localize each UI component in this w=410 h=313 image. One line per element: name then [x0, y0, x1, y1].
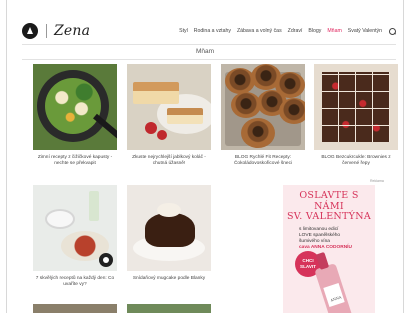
article-title[interactable]: BLOG Bezcukrcukle: Brownies z červené ře…	[314, 155, 398, 167]
article-title[interactable]: 7 skvělých receptů na každý den: Co uvař…	[33, 276, 117, 288]
main-nav: Styl Rodina a vztahy Zábava a volný čas …	[179, 27, 396, 35]
ad-body: s limitovanou edicí LOVE spanělského šum…	[283, 223, 375, 251]
play-icon	[99, 253, 113, 267]
article-title[interactable]: Snídaňový mugcake podle Blanky	[127, 276, 211, 282]
nav-item-styl[interactable]: Styl	[179, 28, 188, 34]
nav-item-blogy[interactable]: Blogy	[308, 28, 321, 34]
ad-headline-line-1: OSLAVTE S NÁMI	[299, 190, 359, 212]
article-image-brownies[interactable]	[314, 64, 398, 150]
ad-headline: OSLAVTE S NÁMI SV. VALENTÝNA	[283, 190, 375, 223]
left-border	[6, 0, 7, 313]
article-card[interactable]: Zimní recepty z čižičkové kapusty - nech…	[33, 64, 117, 167]
logo-text[interactable]: Zena	[54, 23, 90, 39]
page-title: Mňam	[195, 48, 215, 55]
ad-body-product: cava ANNA CODORNÍU	[299, 244, 352, 250]
search-icon[interactable]	[389, 27, 396, 35]
right-border	[403, 0, 404, 313]
nav-item-mnam[interactable]: Mňam	[327, 28, 341, 34]
article-image-cinnamon-buns[interactable]	[221, 64, 305, 150]
nav-item-zdravi[interactable]: Zdraví	[288, 28, 303, 34]
header-divider	[22, 44, 396, 45]
logo-divider	[46, 24, 47, 38]
article-image-mug-cake[interactable]	[127, 185, 211, 271]
article-title[interactable]: Zkuste nejrychlejší jablkový koláč - chu…	[127, 155, 211, 167]
nav-item-valentyn[interactable]: Svatý Valentýn	[348, 28, 382, 34]
article-image-plated-meal[interactable]	[33, 185, 117, 271]
ad-headline-line-2: SV. VALENTÝNA	[286, 211, 372, 222]
article-card[interactable]: Snídaňový mugcake podle Blanky	[127, 185, 211, 282]
article-card[interactable]: Zkuste nejrychlejší jablkový koláč - chu…	[127, 64, 211, 167]
wine-bottle-image	[314, 263, 354, 313]
title-divider	[22, 59, 396, 60]
article-image-pan-dish[interactable]	[33, 64, 117, 150]
site-header: Zena Styl Rodina a vztahy Zábava a volný…	[22, 20, 396, 42]
nav-item-zabava[interactable]: Zábava a volný čas	[237, 28, 282, 34]
ad-label: Reklama	[370, 179, 384, 183]
article-title[interactable]: BLOG Rychlé Fit Recepty: Čokoládovoskoři…	[221, 155, 305, 167]
logo-icon[interactable]	[22, 23, 38, 39]
article-card[interactable]: BLOG Bezcukrcukle: Brownies z červené ře…	[314, 64, 398, 167]
article-card[interactable]: BLOG Rychlé Fit Recepty: Čokoládovoskoři…	[221, 64, 305, 167]
advertisement[interactable]: OSLAVTE S NÁMI SV. VALENTÝNA s limitovan…	[283, 185, 375, 313]
article-image-partial[interactable]	[33, 304, 117, 313]
article-title[interactable]: Zimní recepty z čižičkové kapusty - nech…	[33, 155, 117, 167]
article-card[interactable]: 7 skvělých receptů na každý den: Co uvař…	[33, 185, 117, 288]
article-image-partial[interactable]	[127, 304, 211, 313]
article-image-apple-cake[interactable]	[127, 64, 211, 150]
page: Zena Styl Rodina a vztahy Zábava a volný…	[0, 0, 410, 313]
nav-item-rodina[interactable]: Rodina a vztahy	[194, 28, 231, 34]
